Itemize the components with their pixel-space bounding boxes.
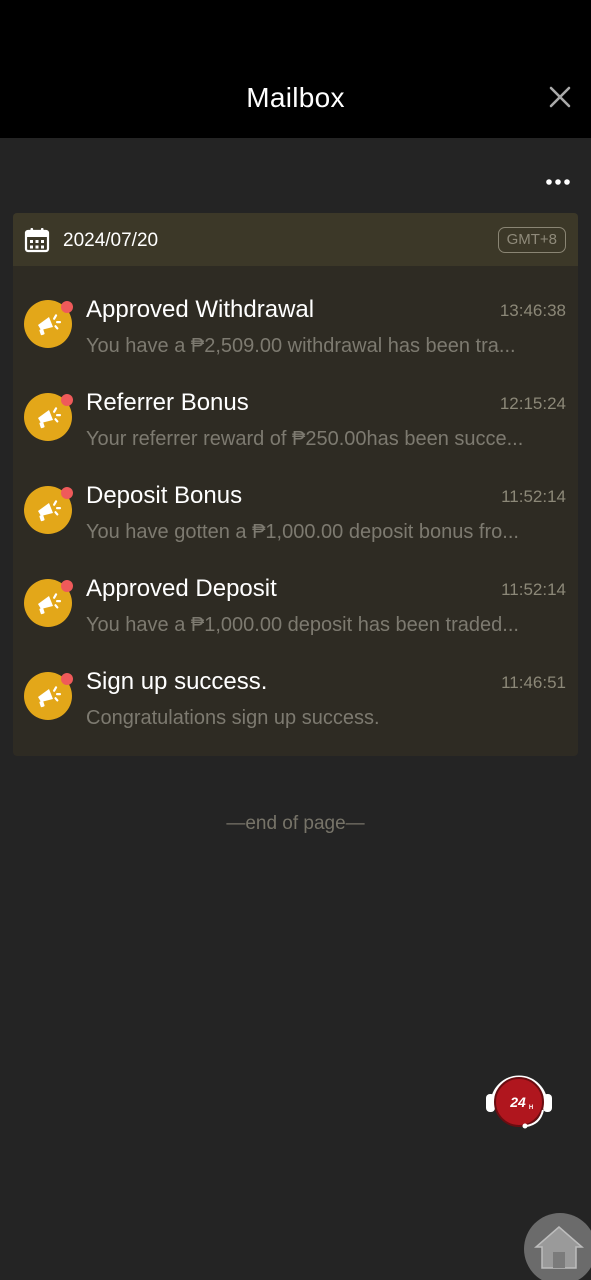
- support-24h-button[interactable]: 24 H: [484, 1070, 554, 1132]
- mail-time: 13:46:38: [499, 301, 566, 320]
- unread-dot: [61, 580, 73, 592]
- mail-preview: Congratulations sign up success.: [86, 707, 380, 729]
- mail-title: Approved Deposit: [86, 575, 277, 602]
- more-icon: [546, 179, 570, 185]
- megaphone-icon: [24, 300, 73, 348]
- card-header: 2024/07/20 GMT+8: [13, 213, 578, 266]
- mail-item-deposit-bonus[interactable]: Deposit Bonus 11:52:14 You have gotten a…: [13, 452, 578, 545]
- mail-time: 11:46:51: [501, 673, 566, 692]
- mail-day-card: 2024/07/20 GMT+8 Approved Withdrawal 13:…: [13, 213, 578, 756]
- unread-dot: [61, 394, 73, 406]
- more-options-button[interactable]: [545, 172, 571, 192]
- mail-time: 11:52:14: [501, 580, 566, 599]
- close-icon: [549, 86, 571, 108]
- mail-item-approved-deposit[interactable]: Approved Deposit 11:52:14 You have a ₱1,…: [13, 545, 578, 638]
- mail-preview: Your referrer reward of ₱250.00has been …: [86, 428, 524, 450]
- mail-list: Approved Withdrawal 13:46:38 You have a …: [13, 266, 578, 731]
- mail-item-sign-up-success[interactable]: Sign up success. 11:46:51 Congratulation…: [13, 638, 578, 731]
- home-icon: [533, 1226, 585, 1269]
- close-button[interactable]: [547, 84, 573, 110]
- support-label: 24: [509, 1094, 526, 1110]
- support-24h-icon: 24 H: [486, 1075, 552, 1129]
- mail-title: Sign up success.: [86, 668, 268, 695]
- mail-time: 12:15:24: [499, 394, 566, 413]
- header: Mailbox: [0, 0, 591, 138]
- mail-preview: You have gotten a ₱1,000.00 deposit bonu…: [86, 521, 519, 543]
- mail-title: Deposit Bonus: [86, 482, 243, 509]
- megaphone-icon: [24, 486, 73, 534]
- page-title: Mailbox: [246, 82, 345, 113]
- home-button[interactable]: [524, 1213, 591, 1280]
- megaphone-icon: [24, 672, 73, 720]
- unread-dot: [61, 487, 73, 499]
- mail-item-referrer-bonus[interactable]: Referrer Bonus 12:15:24 Your referrer re…: [13, 359, 578, 452]
- megaphone-icon: [24, 579, 73, 627]
- support-suffix: H: [529, 1105, 533, 1111]
- mail-time: 11:52:14: [501, 487, 566, 506]
- mail-preview: You have a ₱1,000.00 deposit has been tr…: [86, 614, 519, 636]
- unread-dot: [61, 301, 73, 313]
- megaphone-icon: [24, 393, 73, 441]
- mail-title: Approved Withdrawal: [86, 296, 315, 323]
- timezone-badge: GMT+8: [497, 227, 566, 253]
- calendar-icon: [24, 227, 50, 253]
- mail-title: Referrer Bonus: [86, 389, 249, 416]
- mail-preview: You have a ₱2,509.00 withdrawal has been…: [86, 335, 516, 357]
- end-of-page-text: —end of page—: [226, 813, 365, 834]
- mailbox-page: Mailbox 2024/07/20 GMT+8 Approved Withdr…: [0, 0, 591, 1280]
- card-date: 2024/07/20: [63, 230, 159, 251]
- mail-item-approved-withdrawal[interactable]: Approved Withdrawal 13:46:38 You have a …: [13, 266, 578, 359]
- unread-dot: [61, 673, 73, 685]
